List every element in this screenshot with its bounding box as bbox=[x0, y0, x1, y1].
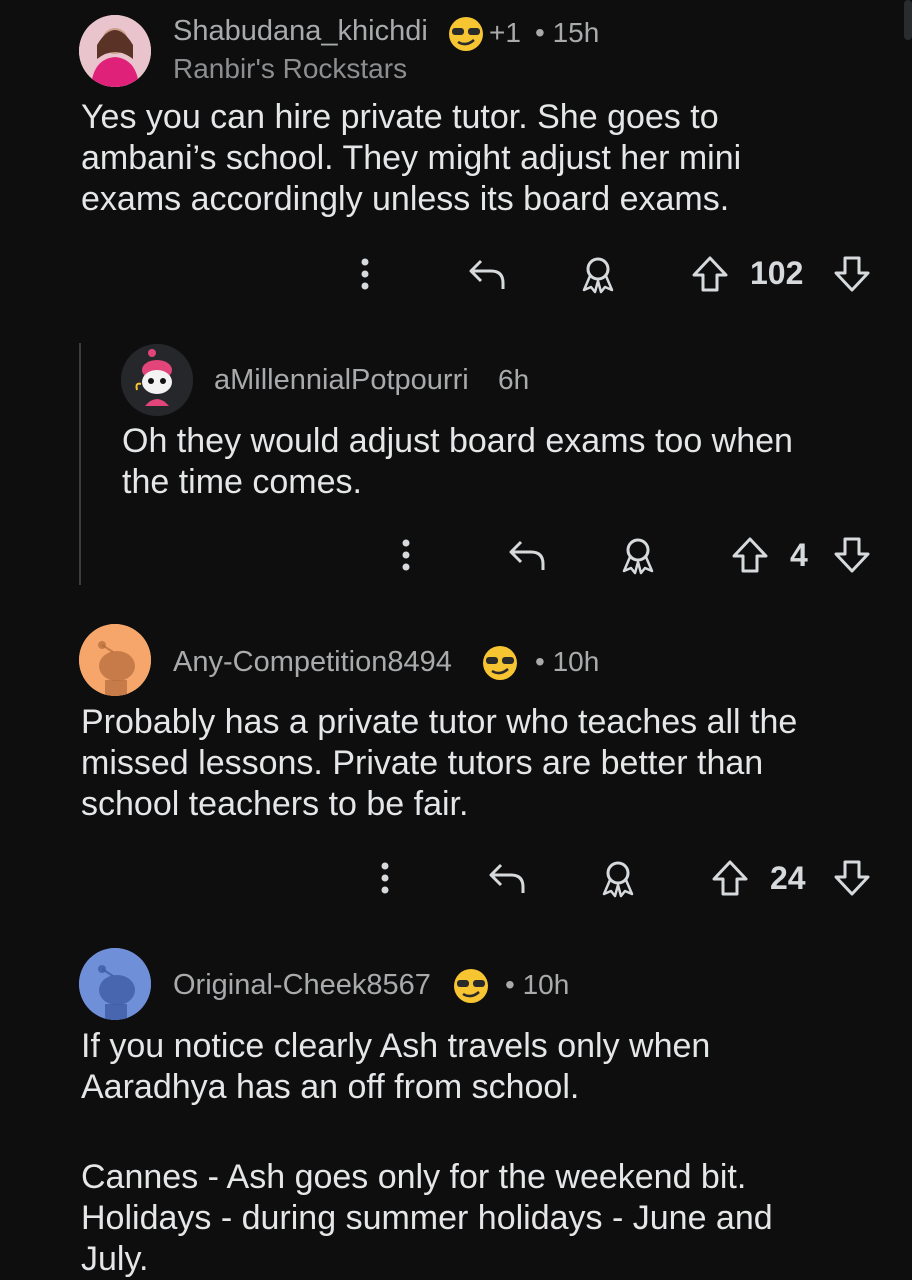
timestamp: 6h bbox=[498, 364, 530, 395]
upvote-button[interactable] bbox=[688, 252, 732, 296]
username[interactable]: aMillennialPotpourri bbox=[214, 364, 469, 397]
username[interactable]: Shabudana_khichdi bbox=[173, 15, 428, 48]
award-button[interactable] bbox=[576, 252, 620, 296]
award-button[interactable] bbox=[616, 533, 660, 577]
timestamp: • 15h bbox=[535, 17, 600, 48]
snoo-avatar-icon bbox=[121, 344, 193, 416]
upvote-arrow-icon bbox=[692, 256, 728, 292]
avatar[interactable] bbox=[121, 344, 193, 416]
award-icon bbox=[602, 861, 634, 898]
timestamp: • 10h bbox=[505, 969, 570, 1000]
more-options-button[interactable] bbox=[350, 254, 380, 294]
vote-count: 4 bbox=[790, 537, 808, 573]
reply-icon bbox=[489, 863, 525, 893]
downvote-arrow-icon bbox=[834, 860, 870, 896]
downvote-button[interactable] bbox=[830, 533, 874, 577]
comment-body: Probably has a private tutor who teaches… bbox=[81, 703, 798, 823]
comment-body: If you notice clearly Ash travels only w… bbox=[81, 1027, 773, 1278]
upvote-button[interactable] bbox=[708, 856, 752, 900]
username[interactable]: Original-Cheek8567 bbox=[173, 969, 431, 1002]
more-options-icon bbox=[361, 258, 369, 290]
sunglasses-emoji-badge-icon bbox=[483, 646, 517, 680]
more-options-icon bbox=[402, 539, 410, 571]
snoo-avatar-icon bbox=[79, 624, 151, 696]
scrollbar[interactable] bbox=[904, 0, 912, 40]
snoo-avatar-icon bbox=[79, 948, 151, 1020]
award-icon bbox=[582, 257, 614, 294]
upvote-arrow-icon bbox=[732, 537, 768, 573]
upvote-button[interactable] bbox=[728, 533, 772, 577]
comment-body: Oh they would adjust board exams too whe… bbox=[122, 422, 793, 501]
thread-line[interactable] bbox=[79, 343, 81, 585]
username[interactable]: Any-Competition8494 bbox=[173, 646, 452, 679]
user-flair: Ranbir's Rockstars bbox=[173, 53, 408, 84]
downvote-arrow-icon bbox=[834, 537, 870, 573]
user-photo-icon bbox=[79, 15, 151, 87]
avatar[interactable] bbox=[79, 15, 151, 87]
more-options-icon bbox=[381, 862, 389, 894]
reply-button[interactable] bbox=[505, 535, 549, 575]
reply-icon bbox=[469, 259, 505, 289]
award-icon bbox=[622, 538, 654, 575]
comment-body: Yes you can hire private tutor. She goes… bbox=[81, 98, 742, 218]
vote-count: 24 bbox=[770, 860, 806, 896]
downvote-button[interactable] bbox=[830, 856, 874, 900]
sunglasses-emoji-badge-icon bbox=[454, 969, 488, 1003]
downvote-button[interactable] bbox=[830, 252, 874, 296]
reply-button[interactable] bbox=[465, 254, 509, 294]
more-options-button[interactable] bbox=[370, 858, 400, 898]
sunglasses-emoji-badge-icon bbox=[449, 17, 483, 51]
more-options-button[interactable] bbox=[391, 535, 421, 575]
downvote-arrow-icon bbox=[834, 256, 870, 292]
reply-icon bbox=[509, 540, 545, 570]
avatar[interactable] bbox=[79, 624, 151, 696]
timestamp: • 10h bbox=[535, 646, 600, 677]
upvote-arrow-icon bbox=[712, 860, 748, 896]
avatar[interactable] bbox=[79, 948, 151, 1020]
vote-count: 102 bbox=[750, 255, 804, 291]
award-count: +1 bbox=[489, 17, 521, 48]
award-button[interactable] bbox=[596, 856, 640, 900]
reply-button[interactable] bbox=[485, 858, 529, 898]
